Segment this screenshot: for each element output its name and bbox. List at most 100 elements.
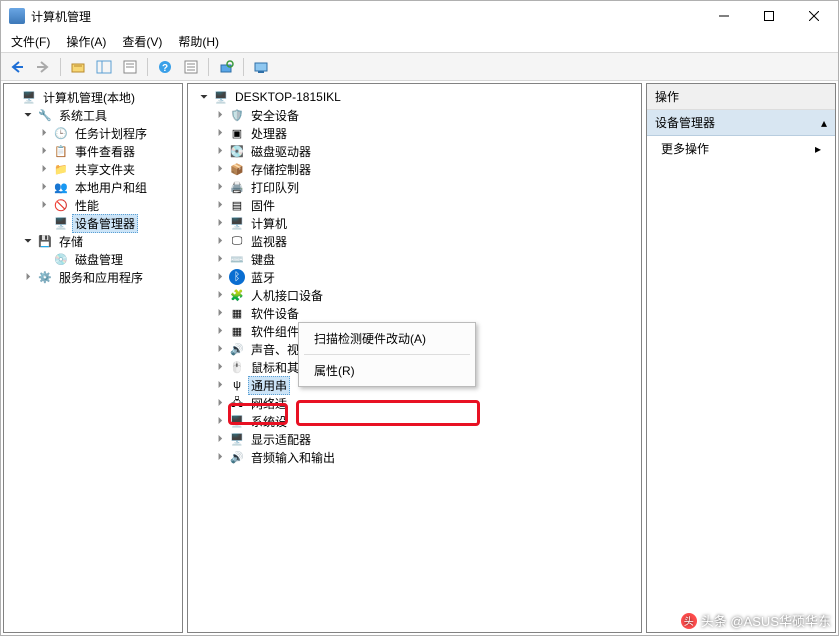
minimize-button[interactable] (701, 2, 746, 30)
device-label: 监视器 (248, 232, 290, 251)
refresh-button[interactable] (179, 55, 203, 79)
actions-pane: 操作 设备管理器 ▴ 更多操作 ▸ (646, 83, 836, 633)
device-label: DESKTOP-1815IKL (232, 89, 344, 105)
actions-more-label: 更多操作 (661, 140, 709, 157)
chevron-right-icon: ▸ (815, 142, 821, 156)
tree-label: 计算机管理(本地) (40, 88, 138, 107)
tree-label: 共享文件夹 (72, 160, 138, 179)
device-label: 固件 (248, 196, 278, 215)
menu-view[interactable]: 查看(V) (116, 31, 168, 52)
app-icon (9, 8, 25, 24)
actions-header: 操作 (647, 84, 835, 110)
tree-performance[interactable]: ⏵🚫性能 (36, 196, 182, 214)
tree-device-manager[interactable]: 🖥️设备管理器 (36, 214, 182, 232)
chip-icon: ▤ (229, 197, 245, 213)
window-title: 计算机管理 (31, 8, 701, 25)
gpu-icon: 🖥️ (229, 431, 245, 447)
device-disk-drives[interactable]: ⏵💽磁盘驱动器 (212, 142, 641, 160)
actions-more[interactable]: 更多操作 ▸ (647, 136, 835, 161)
device-label: 打印队列 (248, 178, 302, 197)
menu-file[interactable]: 文件(F) (5, 31, 56, 52)
show-hide-tree-button[interactable] (92, 55, 116, 79)
tree-label: 任务计划程序 (72, 124, 150, 143)
system-icon: 🖥️ (229, 413, 245, 429)
device-display-adapters[interactable]: ⏵🖥️显示适配器 (212, 430, 641, 448)
console-tree-pane[interactable]: 🖥️计算机管理(本地) ⏷🔧系统工具 ⏵🕒任务计划程序 ⏵📋事件查看器 ⏵📁共享… (3, 83, 183, 633)
device-hid[interactable]: ⏵🧩人机接口设备 (212, 286, 641, 304)
device-label: 显示适配器 (248, 430, 314, 449)
shield-icon: 🛡️ (229, 107, 245, 123)
svg-text:?: ? (162, 63, 168, 74)
component-icon: ▦ (229, 323, 245, 339)
context-scan-hardware[interactable]: 扫描检测硬件改动(A) (302, 326, 472, 351)
clock-icon: 🕒 (53, 125, 69, 141)
computer-management-icon: 🖥️ (21, 89, 37, 105)
watermark-text: 头条 @ASUS华硕华东 (701, 611, 831, 630)
device-storage-controllers[interactable]: ⏵📦存储控制器 (212, 160, 641, 178)
tree-local-users[interactable]: ⏵👥本地用户和组 (36, 178, 182, 196)
device-network[interactable]: ⏵🖧网络适 (212, 394, 641, 412)
speaker-icon: 🔊 (229, 341, 245, 357)
device-label: 键盘 (248, 250, 278, 269)
tree-label: 存储 (56, 232, 86, 251)
tree-system-tools[interactable]: ⏷🔧系统工具 (20, 106, 182, 124)
tree-computer-management[interactable]: 🖥️计算机管理(本地) (4, 88, 182, 106)
device-firmware[interactable]: ⏵▤固件 (212, 196, 641, 214)
nav-back-button[interactable] (5, 55, 29, 79)
printer-icon: 🖨️ (229, 179, 245, 195)
device-audio-io[interactable]: ⏵🔊音频输入和输出 (212, 448, 641, 466)
display-icon: 🖵 (229, 233, 245, 249)
tree-disk-management[interactable]: 💿磁盘管理 (36, 250, 182, 268)
usb-icon: ψ (229, 377, 245, 393)
menu-bar: 文件(F) 操作(A) 查看(V) 帮助(H) (1, 31, 838, 53)
cpu-icon: ▣ (229, 125, 245, 141)
maximize-button[interactable] (746, 2, 791, 30)
device-bluetooth[interactable]: ⏵ᛒ蓝牙 (212, 268, 641, 286)
software-icon: ▦ (229, 305, 245, 321)
tree-label: 磁盘管理 (72, 250, 126, 269)
device-root[interactable]: ⏷🖥️DESKTOP-1815IKL (196, 88, 641, 106)
users-icon: 👥 (53, 179, 69, 195)
device-security[interactable]: ⏵🛡️安全设备 (212, 106, 641, 124)
menu-help[interactable]: 帮助(H) (172, 31, 225, 52)
context-properties[interactable]: 属性(R) (302, 358, 472, 383)
tools-icon: 🔧 (37, 107, 53, 123)
services-icon: ⚙️ (37, 269, 53, 285)
tree-shared-folders[interactable]: ⏵📁共享文件夹 (36, 160, 182, 178)
scan-hardware-button[interactable] (214, 55, 238, 79)
disk-icon: 💿 (53, 251, 69, 267)
toolbar-separator (60, 58, 61, 76)
tree-task-scheduler[interactable]: ⏵🕒任务计划程序 (36, 124, 182, 142)
watermark-icon: 头 (681, 613, 697, 629)
help-button[interactable]: ? (153, 55, 177, 79)
device-keyboards[interactable]: ⏵⌨️键盘 (212, 250, 641, 268)
device-system[interactable]: ⏵🖥️系统设 (212, 412, 641, 430)
title-bar: 计算机管理 (1, 1, 838, 31)
network-icon: 🖧 (229, 395, 245, 411)
device-processors[interactable]: ⏵▣处理器 (212, 124, 641, 142)
context-menu: 扫描检测硬件改动(A) 属性(R) (298, 322, 476, 387)
up-level-button[interactable] (66, 55, 90, 79)
collapse-arrow-icon: ▴ (821, 116, 827, 130)
device-monitors[interactable]: ⏵🖵监视器 (212, 232, 641, 250)
device-computer[interactable]: ⏵🖥️计算机 (212, 214, 641, 232)
device-print-queues[interactable]: ⏵🖨️打印队列 (212, 178, 641, 196)
tree-storage[interactable]: ⏷💾存储 (20, 232, 182, 250)
watermark: 头 头条 @ASUS华硕华东 (681, 611, 831, 630)
device-label: 通用串 (248, 376, 290, 395)
tree-label: 设备管理器 (72, 214, 138, 233)
close-button[interactable] (791, 2, 836, 30)
device-label: 软件组件 (248, 322, 302, 341)
menu-action[interactable]: 操作(A) (60, 31, 112, 52)
computer-icon: 🖥️ (213, 89, 229, 105)
properties-button[interactable] (118, 55, 142, 79)
tree-services-apps[interactable]: ⏵⚙️服务和应用程序 (20, 268, 182, 286)
device-view-button[interactable] (249, 55, 273, 79)
device-label: 蓝牙 (248, 268, 278, 287)
actions-section[interactable]: 设备管理器 ▴ (647, 110, 835, 136)
perf-icon: 🚫 (53, 197, 69, 213)
device-software-devices[interactable]: ⏵▦软件设备 (212, 304, 641, 322)
nav-forward-button[interactable] (31, 55, 55, 79)
tree-event-viewer[interactable]: ⏵📋事件查看器 (36, 142, 182, 160)
log-icon: 📋 (53, 143, 69, 159)
